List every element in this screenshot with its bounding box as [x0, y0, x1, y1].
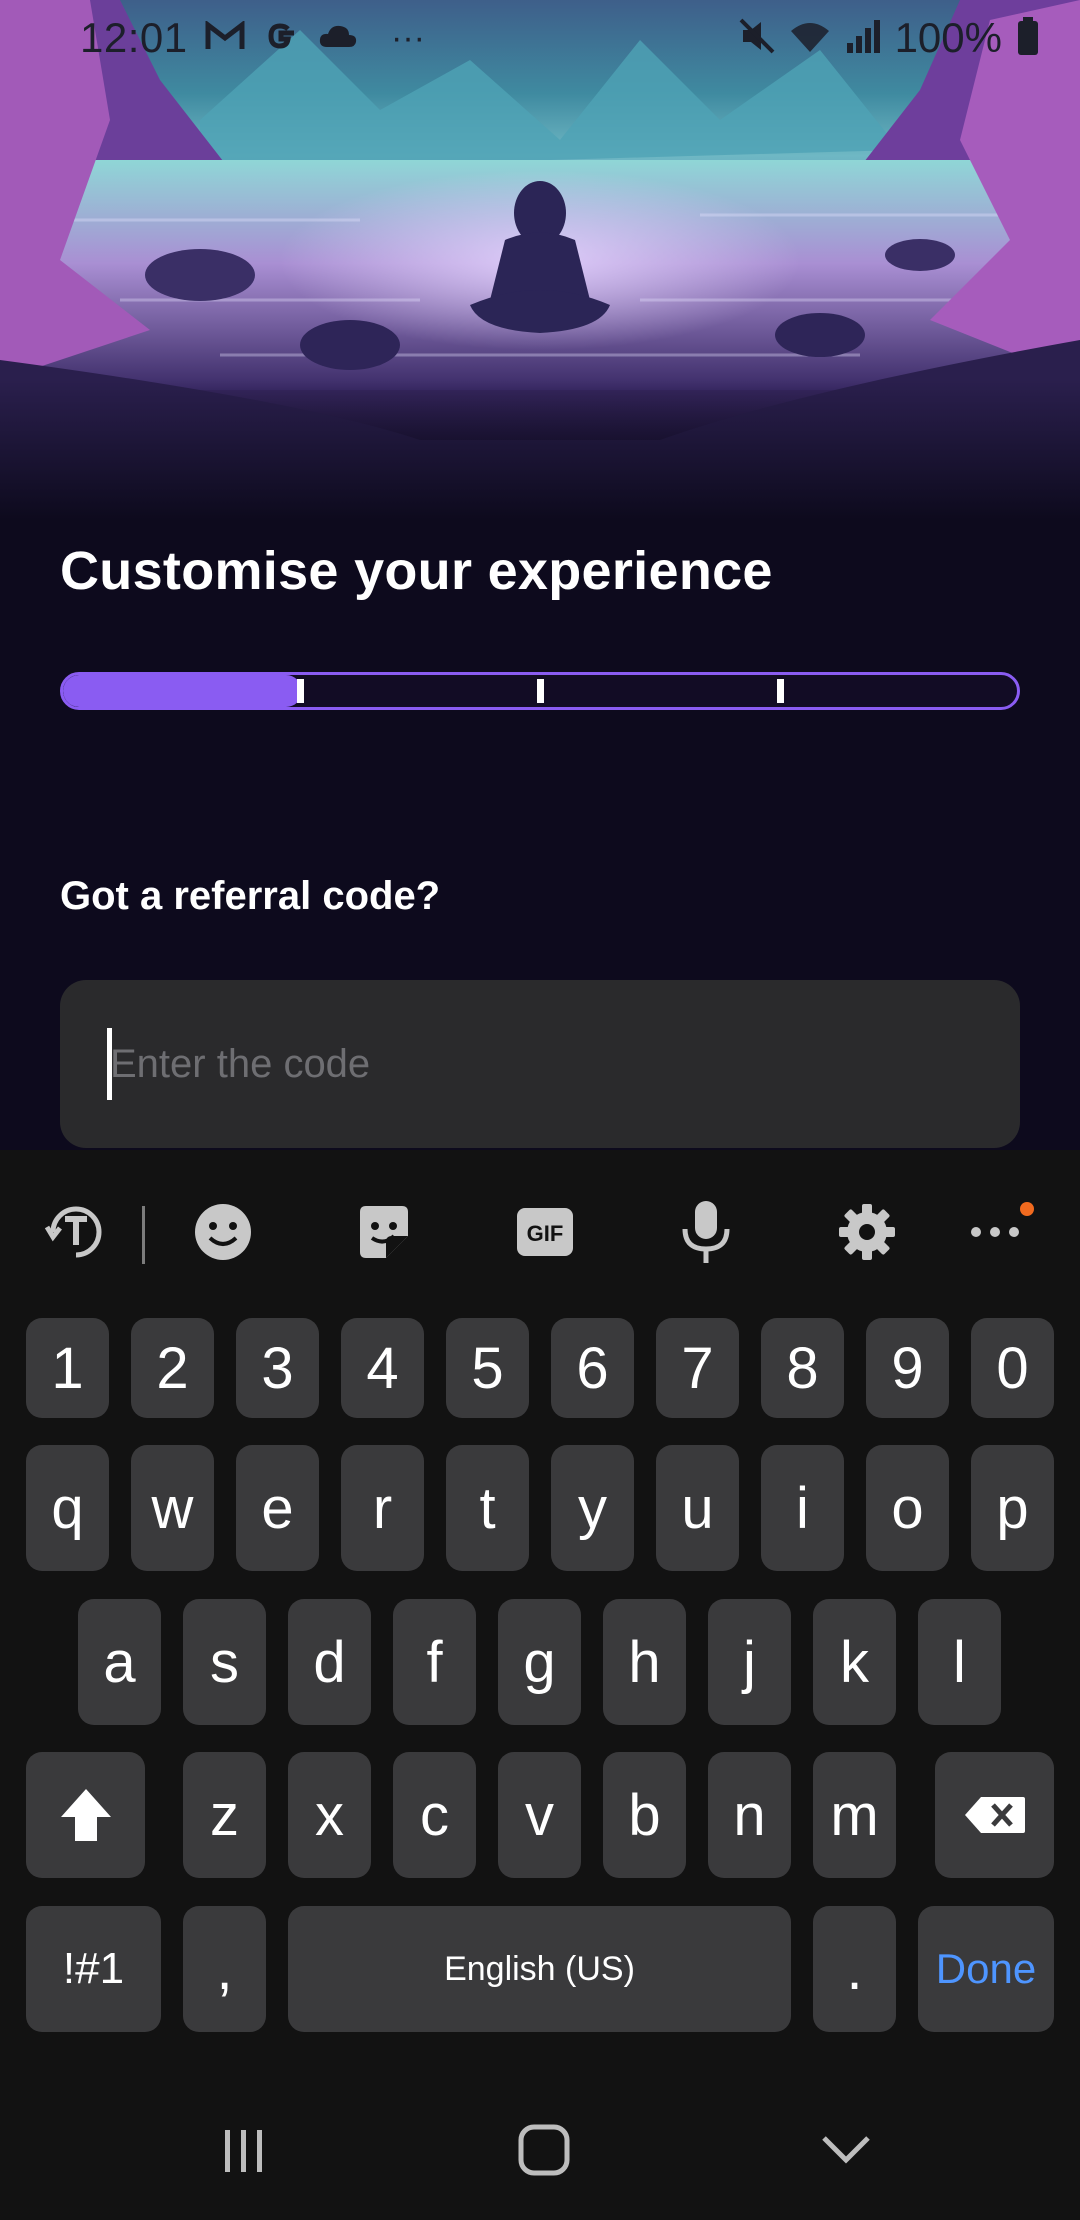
key-c[interactable]: c	[393, 1752, 476, 1878]
spacebar[interactable]: English (US)	[288, 1906, 791, 2032]
key-7[interactable]: 7	[656, 1318, 739, 1418]
key-w[interactable]: w	[131, 1445, 214, 1571]
meditation-landscape-image	[0, 0, 1080, 520]
progress-fill	[63, 675, 302, 707]
symbols-key[interactable]: !#1	[26, 1906, 161, 2032]
home-icon[interactable]	[484, 2110, 604, 2190]
sticker-icon[interactable]	[344, 1192, 424, 1272]
key-6[interactable]: 6	[551, 1318, 634, 1418]
key-d[interactable]: d	[288, 1599, 371, 1725]
key-2[interactable]: 2	[131, 1318, 214, 1418]
toolbar-divider	[142, 1206, 145, 1264]
key-f[interactable]: f	[393, 1599, 476, 1725]
backspace-icon	[964, 1797, 1025, 1833]
page-title: Customise your experience	[60, 541, 773, 601]
key-u[interactable]: u	[656, 1445, 739, 1571]
key-h[interactable]: h	[603, 1599, 686, 1725]
key-g[interactable]: g	[498, 1599, 581, 1725]
key-i[interactable]: i	[761, 1445, 844, 1571]
key-1[interactable]: 1	[26, 1318, 109, 1418]
key-k[interactable]: k	[813, 1599, 896, 1725]
referral-code-input[interactable]	[60, 980, 1020, 1148]
on-screen-keyboard: GIF 1 2 3 4 5 6 7 8 9 0 q w e r t y u i …	[0, 1150, 1080, 2220]
key-3[interactable]: 3	[236, 1318, 319, 1418]
wifi-icon	[789, 19, 831, 58]
key-9[interactable]: 9	[866, 1318, 949, 1418]
key-z[interactable]: z	[183, 1752, 266, 1878]
progress-divider	[777, 679, 784, 703]
key-p[interactable]: p	[971, 1445, 1054, 1571]
status-bar: 12:01 ··· 100%	[0, 0, 1080, 76]
signal-icon	[845, 19, 881, 58]
key-m[interactable]: m	[813, 1752, 896, 1878]
key-b[interactable]: b	[603, 1752, 686, 1878]
gmail-icon	[205, 19, 245, 56]
backspace-key[interactable]	[935, 1752, 1054, 1878]
key-s[interactable]: s	[183, 1599, 266, 1725]
key-8[interactable]: 8	[761, 1318, 844, 1418]
svg-text:GIF: GIF	[527, 1221, 564, 1246]
key-j[interactable]: j	[708, 1599, 791, 1725]
cloud-icon	[317, 23, 359, 54]
text-translate-icon[interactable]	[36, 1192, 116, 1272]
emoji-icon[interactable]	[183, 1192, 263, 1272]
key-t[interactable]: t	[446, 1445, 529, 1571]
done-key[interactable]: Done	[918, 1906, 1054, 2032]
mute-icon	[739, 18, 775, 59]
shift-key[interactable]	[26, 1752, 145, 1878]
key-v[interactable]: v	[498, 1752, 581, 1878]
status-time: 12:01	[80, 14, 188, 61]
progress-divider	[537, 679, 544, 703]
key-e[interactable]: e	[236, 1445, 319, 1571]
key-x[interactable]: x	[288, 1752, 371, 1878]
google-icon	[263, 18, 299, 59]
referral-question: Got a referral code?	[60, 874, 441, 918]
notification-dot	[1020, 1202, 1034, 1216]
key-4[interactable]: 4	[341, 1318, 424, 1418]
shift-arrow-icon	[60, 1789, 111, 1841]
key-q[interactable]: q	[26, 1445, 109, 1571]
period-key[interactable]: .	[813, 1906, 896, 2032]
key-r[interactable]: r	[341, 1445, 424, 1571]
comma-key[interactable]: ,	[183, 1906, 266, 2032]
recent-apps-icon[interactable]	[183, 2110, 303, 2190]
hide-keyboard-icon[interactable]	[786, 2110, 906, 2190]
hero-illustration	[0, 0, 1080, 520]
settings-gear-icon[interactable]	[827, 1192, 907, 1272]
gif-icon[interactable]: GIF	[505, 1192, 585, 1272]
battery-icon	[1016, 16, 1040, 60]
key-n[interactable]: n	[708, 1752, 791, 1878]
system-navigation-bar	[0, 2080, 1080, 2220]
progress-divider	[297, 679, 304, 703]
keyboard-toolbar: GIF	[0, 1150, 1080, 1310]
key-l[interactable]: l	[918, 1599, 1001, 1725]
battery-percent: 100%	[894, 14, 1002, 61]
onboarding-progress-bar	[60, 672, 1020, 710]
key-a[interactable]: a	[78, 1599, 161, 1725]
key-y[interactable]: y	[551, 1445, 634, 1571]
key-5[interactable]: 5	[446, 1318, 529, 1418]
text-cursor	[107, 1028, 112, 1100]
microphone-icon[interactable]	[666, 1192, 746, 1272]
more-dots-icon: ···	[391, 19, 425, 57]
key-0[interactable]: 0	[971, 1318, 1054, 1418]
key-o[interactable]: o	[866, 1445, 949, 1571]
